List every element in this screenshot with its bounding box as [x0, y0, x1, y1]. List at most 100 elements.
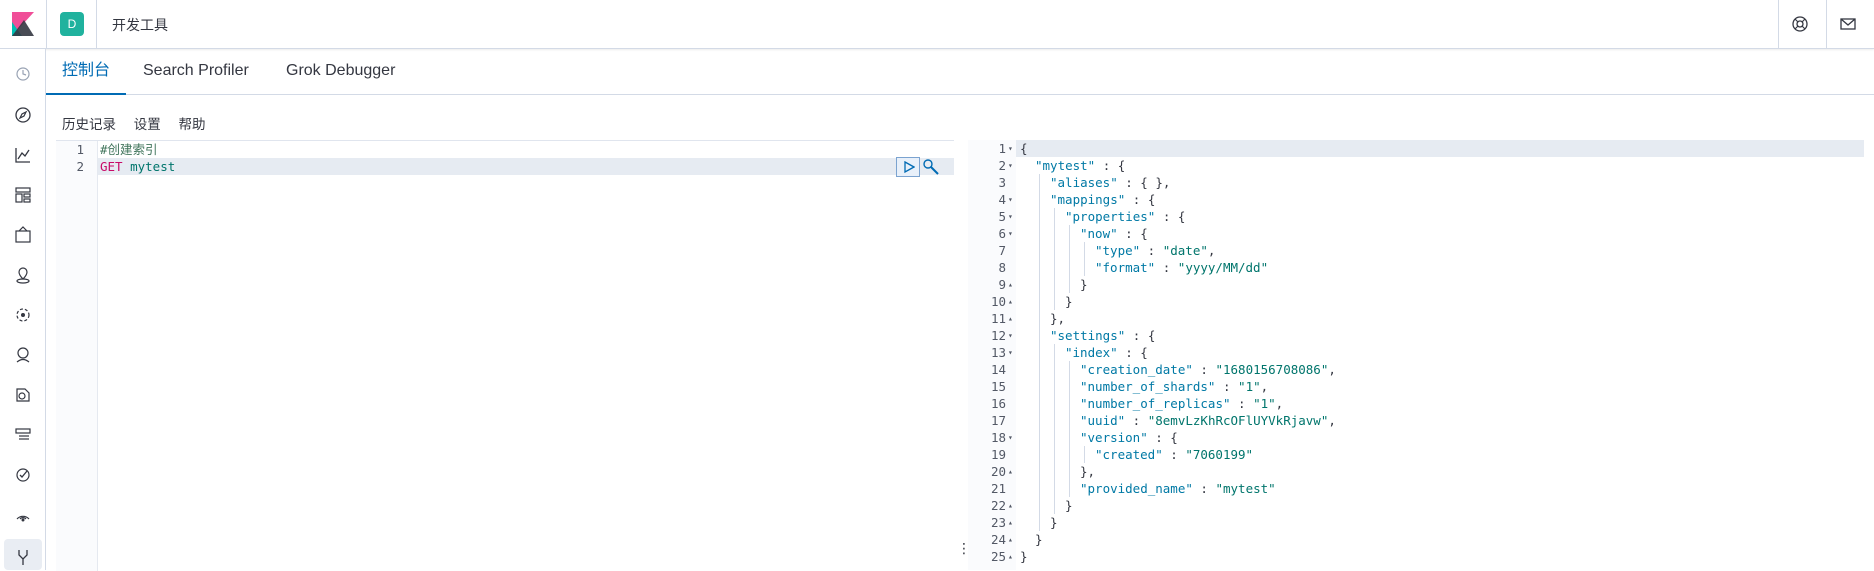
json-punctuation: }	[1080, 277, 1088, 292]
indent-guide	[1054, 463, 1055, 480]
tab-search-profiler[interactable]: Search Profiler	[127, 49, 265, 95]
tab-console[interactable]: 控制台	[46, 49, 127, 95]
clock-icon[interactable]	[13, 64, 33, 84]
tab-grok-debugger[interactable]: Grok Debugger	[270, 49, 411, 95]
json-key: "uuid"	[1080, 413, 1126, 428]
fold-toggle-icon[interactable]: ▴	[1008, 293, 1016, 310]
indent-guide	[1039, 276, 1040, 293]
fold-toggle-icon[interactable]: ▾	[1008, 225, 1016, 242]
indent-guide	[1069, 225, 1070, 242]
indent-guide	[1039, 497, 1040, 514]
maps-icon[interactable]	[13, 265, 33, 285]
indent-guide	[1039, 480, 1040, 497]
fold-toggle-icon[interactable]: ▴	[1008, 548, 1016, 565]
json-value: "mytest"	[1215, 481, 1276, 496]
canvas-icon[interactable]	[13, 225, 33, 245]
uptime-icon[interactable]	[13, 385, 33, 405]
fold-toggle-icon[interactable]: ▾	[1008, 140, 1016, 157]
response-editor[interactable]: 1 ▾{2 ▾ "mytest" : {3 "aliases" : { }, 4 ▾ "map…	[968, 140, 1874, 570]
fold-toggle-icon[interactable]: ▾	[1008, 191, 1016, 208]
indent-guide	[1039, 208, 1040, 225]
chart-icon[interactable]	[13, 145, 33, 165]
json-punctuation: },	[1080, 464, 1096, 479]
fold-toggle-icon[interactable]: ▾	[1008, 208, 1016, 225]
sidebar-item-devtools[interactable]	[4, 539, 42, 570]
indent-guide	[1054, 344, 1055, 361]
json-punctuation: ,	[1260, 379, 1269, 394]
console-toolbar: 历史记录 设置 帮助	[62, 113, 220, 133]
json-value: "7060199"	[1185, 447, 1254, 462]
line-number: 11	[990, 311, 1006, 326]
line-number: 12	[990, 328, 1006, 343]
json-punctuation: :	[1140, 243, 1163, 258]
line-number: 7	[998, 243, 1006, 258]
kibana-logo-icon[interactable]	[12, 12, 34, 36]
json-key: "mappings"	[1050, 192, 1126, 207]
indent-guide	[1069, 242, 1070, 259]
fold-toggle-icon[interactable]: ▴	[1008, 310, 1016, 327]
fold-toggle-icon[interactable]: ▴	[1008, 463, 1016, 480]
ml-icon[interactable]	[13, 305, 33, 325]
indent-guide	[1039, 225, 1040, 242]
json-punctuation: ,	[1328, 362, 1336, 377]
indent-guide	[1054, 242, 1055, 259]
json-punctuation: :	[1192, 481, 1216, 496]
space-avatar[interactable]: D	[60, 12, 84, 36]
fold-toggle-icon[interactable]: ▴	[1008, 531, 1016, 548]
siem-icon[interactable]	[13, 505, 33, 525]
json-punctuation: : {	[1125, 328, 1156, 343]
response-line: "index" : {	[1065, 344, 1148, 361]
header-divider	[1778, 0, 1779, 48]
help-icon[interactable]	[1790, 14, 1810, 34]
response-line: "properties" : {	[1065, 208, 1185, 225]
active-line-highlight	[56, 158, 954, 175]
response-line: "version" : {	[1080, 429, 1178, 446]
response-line: "type" : "date",	[1095, 242, 1215, 259]
json-value: "8emvLzKhRcOFlUYVkRjavw"	[1147, 413, 1329, 428]
fold-toggle-icon[interactable]: ▾	[1008, 157, 1016, 174]
response-line: }	[1050, 514, 1058, 531]
json-key: "properties"	[1065, 209, 1156, 224]
fold-toggle-icon[interactable]: ▾	[1008, 344, 1016, 361]
fold-toggle-icon[interactable]: ▴	[1008, 497, 1016, 514]
fold-toggle-icon[interactable]: ▾	[1008, 327, 1016, 344]
indent-guide	[1054, 378, 1055, 395]
line-number: 18	[990, 430, 1006, 445]
wrench-icon[interactable]	[922, 158, 940, 176]
fold-toggle-icon[interactable]: ▾	[1008, 429, 1016, 446]
request-editor[interactable]: 1 2 #创建索引 GET mytest	[56, 140, 954, 571]
json-value: "1"	[1238, 379, 1261, 394]
fold-toggle-icon[interactable]: ▴	[1008, 514, 1016, 531]
indent-guide	[1054, 412, 1055, 429]
line-number: 2	[998, 158, 1006, 173]
indent-guide	[1039, 361, 1040, 378]
run-request-button[interactable]	[896, 157, 920, 177]
panel-resizer[interactable]: ⋮	[957, 540, 971, 556]
history-link[interactable]: 历史记录	[62, 117, 116, 132]
indent-guide	[1054, 480, 1055, 497]
json-punctuation: :	[1230, 396, 1254, 411]
json-punctuation: }	[1035, 532, 1043, 547]
json-punctuation: }	[1020, 549, 1028, 564]
json-punctuation: :	[1155, 260, 1178, 275]
line-number: 13	[990, 345, 1006, 360]
mail-icon[interactable]	[1838, 14, 1858, 34]
line-number: 6	[998, 226, 1006, 241]
apm-icon[interactable]	[13, 345, 33, 365]
response-line: "created" : "7060199"	[1095, 446, 1253, 463]
line-number: 1	[76, 142, 84, 157]
response-line: "settings" : {	[1050, 327, 1155, 344]
settings-link[interactable]: 设置	[134, 117, 161, 132]
indent-guide	[1039, 429, 1040, 446]
indent-guide	[1054, 259, 1055, 276]
json-value: "yyyy/MM/dd"	[1177, 260, 1269, 275]
json-key: "format"	[1095, 260, 1156, 275]
dashboard-icon[interactable]	[13, 185, 33, 205]
compass-icon[interactable]	[13, 105, 33, 125]
monitoring-icon[interactable]	[13, 465, 33, 485]
json-punctuation: ,	[1328, 413, 1336, 428]
json-key: "number_of_shards"	[1080, 379, 1216, 394]
logs-icon[interactable]	[13, 425, 33, 445]
fold-toggle-icon[interactable]: ▴	[1008, 276, 1016, 293]
help-link[interactable]: 帮助	[179, 117, 206, 132]
